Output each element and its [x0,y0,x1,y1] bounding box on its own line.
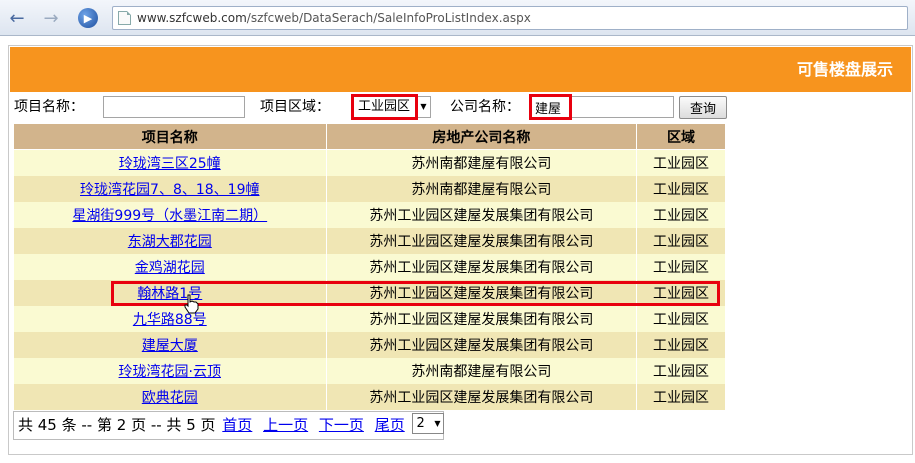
project-link[interactable]: 翰林路1号 [137,286,202,302]
project-name-label: 项目名称： [14,99,84,115]
area-cell: 工业园区 [636,227,726,254]
header-company-name: 房地产公司名称 [325,123,638,150]
dropdown-arrow-icon[interactable]: ▼ [416,97,430,117]
area-cell: 工业园区 [636,149,726,176]
area-cell: 工业园区 [636,331,726,358]
project-link[interactable]: 玲珑湾花园·云顶 [119,364,221,380]
company-cell: 苏州南都建屋有限公司 [325,175,638,202]
company-cell: 苏州工业园区建屋发展集团有限公司 [325,253,638,280]
first-page-link[interactable]: 首页 [222,416,252,434]
area-cell: 工业园区 [636,305,726,332]
project-link[interactable]: 玲珑湾花园7、8、18、19幢 [80,182,259,198]
company-cell: 苏州工业园区建屋发展集团有限公司 [325,383,638,410]
page-select[interactable]: 2 ▼ [412,413,445,434]
header-project-name: 项目名称 [13,123,327,150]
project-link[interactable]: 建屋大厦 [142,338,198,354]
project-link[interactable]: 金鸡湖花园 [135,260,205,276]
company-cell: 苏州工业园区建屋发展集团有限公司 [325,227,638,254]
header-area: 区域 [636,123,726,150]
dropdown-arrow-icon[interactable]: ▼ [431,414,443,433]
pager-summary: 共 45 条 -- 第 2 页 -- 共 5 页 [18,416,216,434]
browser-toolbar: ← → ▶ www.szfcweb.com/szfcweb/DataSerach… [0,0,915,36]
company-name-input[interactable] [531,96,674,118]
area-label: 项目区域： [260,99,330,115]
next-page-link[interactable]: 下一页 [319,416,364,434]
last-page-link[interactable]: 尾页 [375,416,405,434]
back-arrow-icon[interactable]: ← [6,7,28,29]
company-cell: 苏州南都建屋有限公司 [325,149,638,176]
area-cell: 工业园区 [636,201,726,228]
area-select[interactable]: 工业园区 ▼ [353,96,431,118]
table-row: 星湖街999号（水墨江南二期） 苏州工业园区建屋发展集团有限公司 工业园区 [13,201,726,228]
area-cell: 工业园区 [636,383,726,410]
page-icon [118,11,131,25]
area-cell: 工业园区 [636,279,726,306]
project-link[interactable]: 九华路88号 [133,312,207,328]
area-cell: 工业园区 [636,175,726,202]
page-banner: 可售楼盘展示 [10,47,911,92]
table-row: 玲珑湾花园·云顶 苏州南都建屋有限公司 工业园区 [13,357,726,384]
area-cell: 工业园区 [636,253,726,280]
project-link[interactable]: 东湖大郡花园 [128,234,212,250]
project-link[interactable]: 欧典花园 [142,390,198,406]
refresh-icon[interactable]: ▶ [78,8,98,28]
pagination-bar: 共 45 条 -- 第 2 页 -- 共 5 页 首页 上一页 下一页 尾页 2… [13,411,445,440]
address-bar[interactable]: www.szfcweb.com/szfcweb/DataSerach/SaleI… [112,6,908,30]
prev-page-link[interactable]: 上一页 [263,416,308,434]
project-link[interactable]: 星湖街999号（水墨江南二期） [72,208,267,224]
forward-arrow-icon[interactable]: → [40,7,62,29]
table-row: 建屋大厦 苏州工业园区建屋发展集团有限公司 工业园区 [13,331,726,358]
area-cell: 工业园区 [636,357,726,384]
company-cell: 苏州工业园区建屋发展集团有限公司 [325,305,638,332]
table-row: 九华路88号 苏州工业园区建屋发展集团有限公司 工业园区 [13,305,726,332]
table-row: 玲珑湾花园7、8、18、19幢 苏州南都建屋有限公司 工业园区 [13,175,726,202]
company-label: 公司名称： [450,99,520,115]
area-selected-value: 工业园区 [358,99,411,114]
table-row-highlighted: 翰林路1号 苏州工业园区建屋发展集团有限公司 工业园区 [13,279,726,306]
page-select-value: 2 [416,416,425,431]
project-name-input[interactable] [103,96,245,118]
table-row: 东湖大郡花园 苏州工业园区建屋发展集团有限公司 工业园区 [13,227,726,254]
table-row: 金鸡湖花园 苏州工业园区建屋发展集团有限公司 工业园区 [13,253,726,280]
company-cell: 苏州工业园区建屋发展集团有限公司 [325,279,638,306]
project-link[interactable]: 玲珑湾三区25幢 [119,156,221,172]
results-table: 项目名称 房地产公司名称 区域 玲珑湾三区25幢 苏州南都建屋有限公司 工业园区… [13,123,726,410]
table-row: 欧典花园 苏州工业园区建屋发展集团有限公司 工业园区 [13,383,726,410]
table-row: 玲珑湾三区25幢 苏州南都建屋有限公司 工业园区 [13,149,726,176]
table-header-row: 项目名称 房地产公司名称 区域 [13,123,726,150]
search-form: 项目名称： 项目区域： 工业园区 ▼ 公司名称： 查询 [14,95,734,121]
company-cell: 苏州南都建屋有限公司 [325,357,638,384]
url-domain: www.szfcweb.com [137,11,247,25]
url-path: /szfcweb/DataSerach/SaleInfoProListIndex… [246,11,531,25]
company-cell: 苏州工业园区建屋发展集团有限公司 [325,201,638,228]
query-button[interactable]: 查询 [679,96,727,119]
company-cell: 苏州工业园区建屋发展集团有限公司 [325,331,638,358]
